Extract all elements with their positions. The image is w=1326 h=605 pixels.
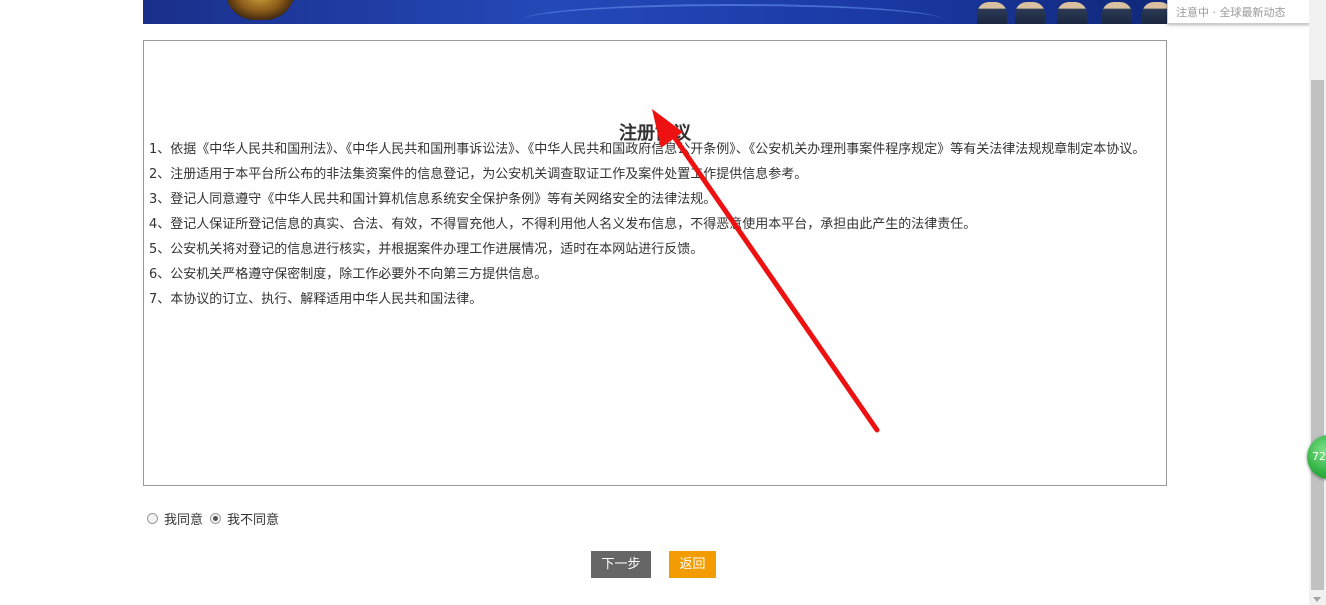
disagree-label: 我不同意: [227, 512, 280, 528]
agreement-clause: 7、本协议的订立、执行、解释适用中华人民共和国法律。: [149, 292, 483, 307]
header-banner: [143, 0, 1167, 24]
disagree-radio[interactable]: [210, 512, 222, 524]
scrollbar-thumb[interactable]: [1311, 80, 1324, 590]
consent-radio-group: 我同意 我不同意: [147, 509, 286, 528]
agreement-clause: 2、注册适用于本平台所公布的非法集资案件的信息登记，为公安机关调查取证工作及案件…: [149, 167, 808, 182]
agreement-clause: 5、公安机关将对登记的信息进行核实，并根据案件办理工作进展情况，适时在本网站进行…: [149, 242, 704, 257]
agree-radio[interactable]: [147, 512, 158, 524]
banner-decoration: [523, 4, 943, 24]
agree-option[interactable]: 我同意: [147, 509, 203, 528]
disagree-option[interactable]: 我不同意: [210, 509, 279, 528]
scroll-down-icon[interactable]: [1313, 597, 1321, 602]
next-step-button[interactable]: 下一步: [591, 551, 651, 578]
agree-label: 我同意: [164, 512, 204, 528]
agreement-clause: 4、登记人保证所登记信息的真实、合法、有效，不得冒充他人，不得利用他人名义发布信…: [149, 217, 977, 232]
agreement-clause: 6、公安机关严格遵守保密制度，除工作必要外不向第三方提供信息。: [149, 267, 548, 282]
back-button[interactable]: 返回: [669, 551, 716, 578]
banner-officers-image: [957, 0, 1167, 24]
agreement-panel: 注册协议 1、依据《中华人民共和国刑法》、《中华人民共和国刑事诉讼法》、《中华人…: [143, 40, 1167, 486]
agreement-clauses: 1、依据《中华人民共和国刑法》、《中华人民共和国刑事诉讼法》、《中华人民共和国政…: [149, 137, 1160, 312]
floating-tip-box[interactable]: 注意中 · 全球最新动态: [1167, 0, 1310, 24]
page-scrollbar[interactable]: [1309, 0, 1326, 605]
agreement-clause: 1、依据《中华人民共和国刑法》、《中华人民共和国刑事诉讼法》、《中华人民共和国政…: [149, 142, 1146, 157]
agreement-clause: 3、登记人同意遵守《中华人民共和国计算机信息系统安全保护条例》等有关网络安全的法…: [149, 192, 717, 207]
police-emblem-icon: [225, 0, 295, 20]
